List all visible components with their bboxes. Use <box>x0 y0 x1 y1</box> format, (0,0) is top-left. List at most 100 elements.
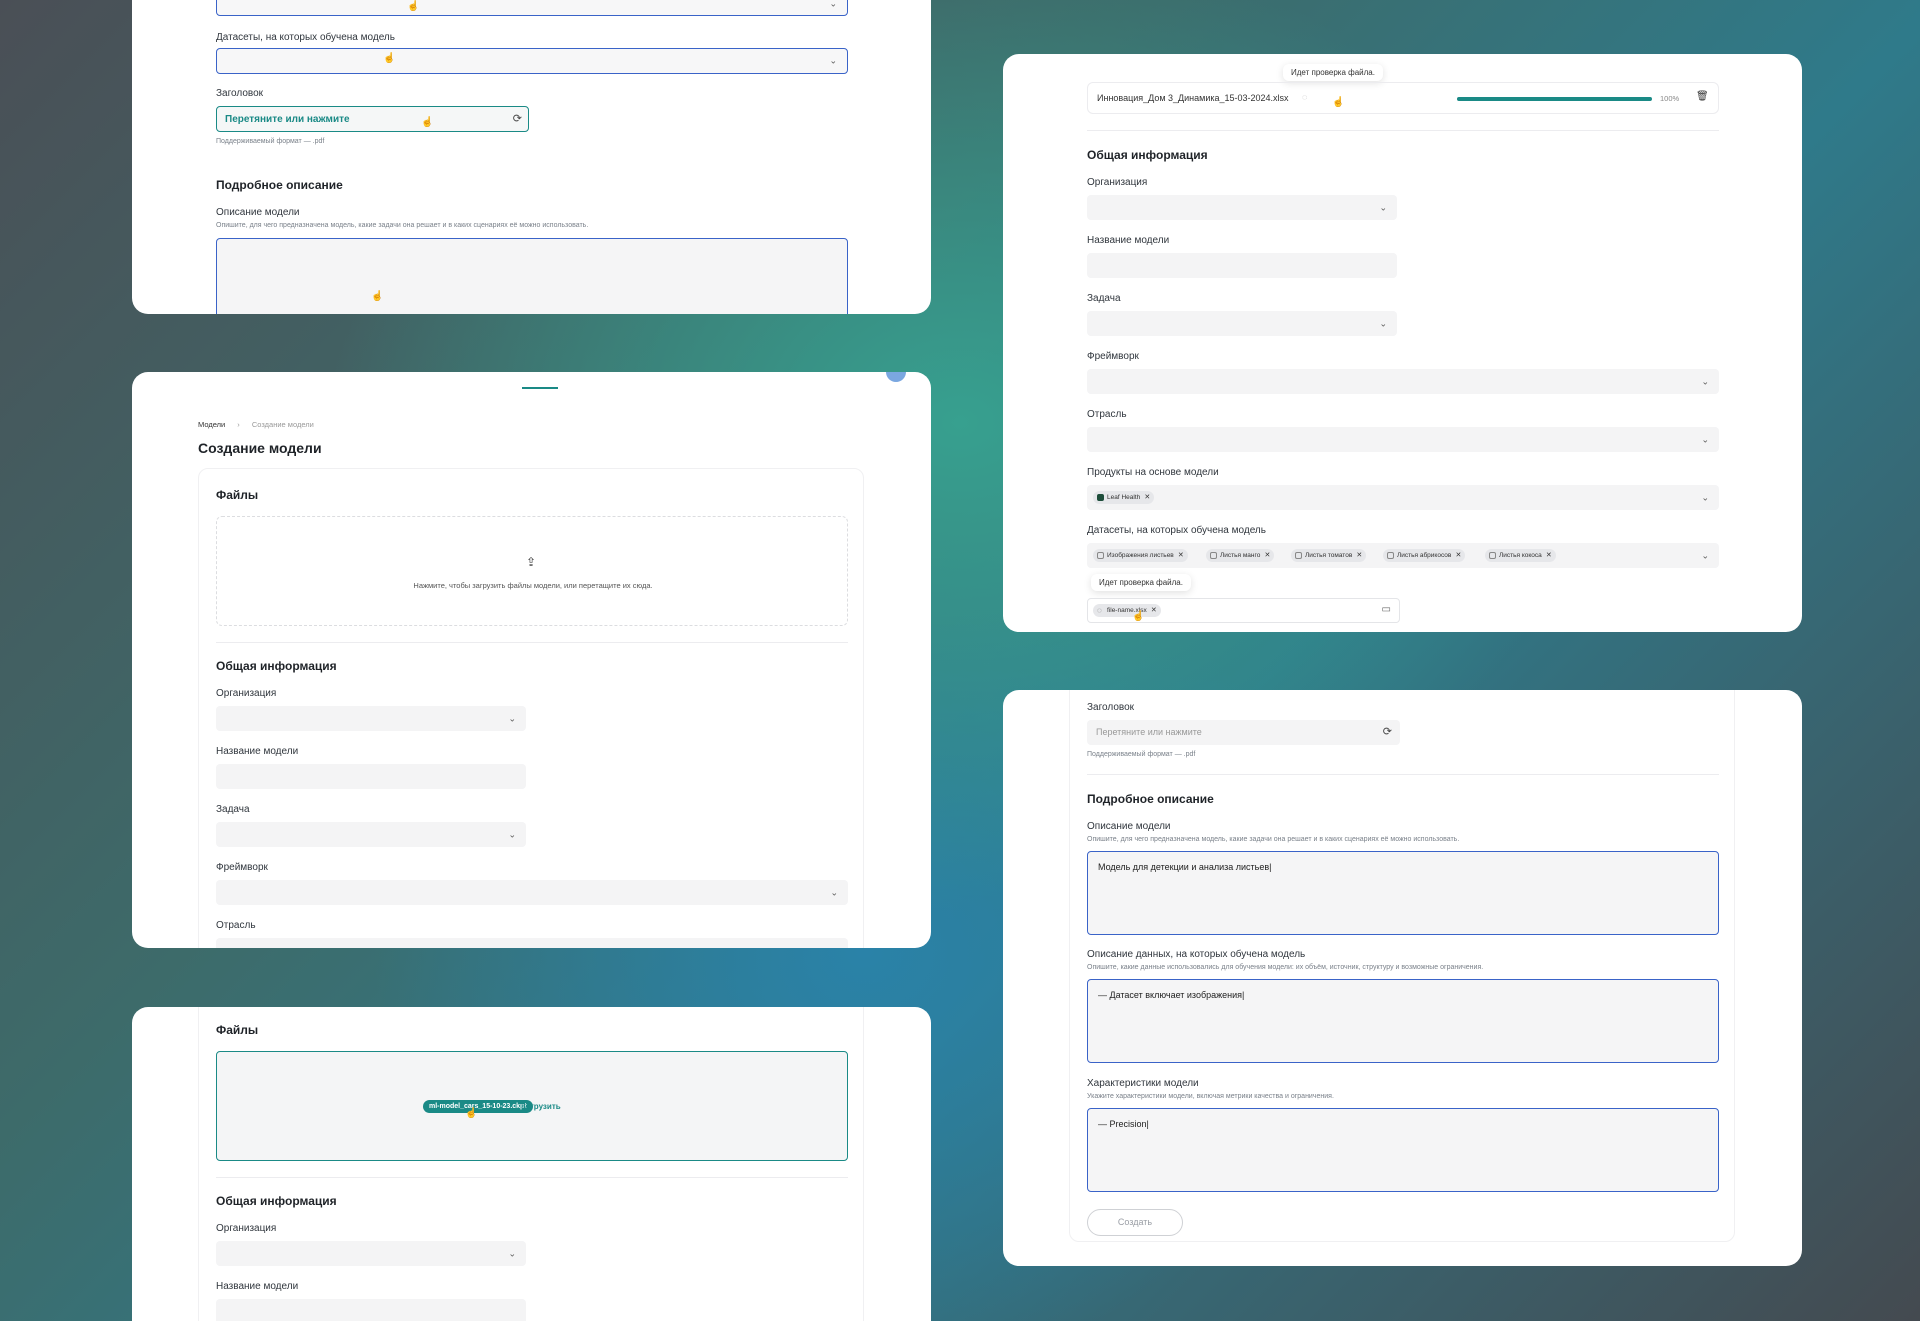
industry-select[interactable] <box>216 938 848 948</box>
task-select[interactable]: ⌄ <box>216 822 526 847</box>
model-desc-textarea[interactable]: ☝ <box>216 238 848 314</box>
products-label: Продукты на основе модели <box>1087 467 1219 478</box>
name-input[interactable] <box>1087 253 1397 278</box>
header-label: Заголовок <box>216 88 264 99</box>
framework-label: Фреймворк <box>216 862 268 873</box>
dataset-icon <box>1210 552 1217 559</box>
framework-select[interactable]: ⌄ <box>216 880 848 905</box>
trash-icon[interactable]: 🗑 <box>1696 91 1709 102</box>
upload-text: Нажмите, чтобы загрузить файлы модели, и… <box>413 581 653 590</box>
chevron-down-icon: ⌄ <box>1701 550 1709 560</box>
general-title: Общая информация <box>1087 148 1208 162</box>
progress-fill <box>1457 97 1652 101</box>
chars-textarea[interactable]: — Precision| <box>1087 1108 1719 1192</box>
task-select[interactable]: ⌄ ☝ <box>216 0 848 16</box>
remove-icon[interactable]: ✕ <box>1546 549 1552 562</box>
files-title: Файлы <box>216 488 259 502</box>
datasets-select[interactable]: ⌄ ☝ <box>216 48 848 74</box>
format-hint: Поддерживаемый формат — .pdf <box>1087 751 1196 758</box>
remove-icon[interactable]: ✕ <box>1178 549 1184 562</box>
hand-cursor-icon: ☝ <box>371 291 384 302</box>
industry-label: Отрасль <box>216 920 256 931</box>
header-dropzone[interactable]: Перетяните или нажмите ⟳ ☝ <box>216 106 529 132</box>
hand-cursor-icon: ☝ <box>407 1 420 12</box>
folder-icon[interactable]: ▭ <box>1382 604 1391 615</box>
product-tag[interactable]: Leaf Health ✕ <box>1093 491 1155 504</box>
name-label: Название модели <box>1087 235 1170 246</box>
panel-drag-file: Файлы ml-model_cars_15-10-23.ckpt Загруз… <box>132 1007 931 1321</box>
datasets-label: Датасеты, на которых обучена модель <box>1087 525 1266 536</box>
header-file-field[interactable]: ◌ file-name.xlsx ✕ ☝ ▭ <box>1087 598 1400 623</box>
general-title: Общая информация <box>216 1194 337 1208</box>
upload-link[interactable]: Загрузить <box>521 1102 561 1111</box>
org-label: Организация <box>1087 177 1148 188</box>
panel-file-check: Идет проверка файла. Инновация_Дом 3_Дин… <box>1003 54 1802 632</box>
drop-label: Перетяните или нажмите <box>225 114 350 125</box>
file-tag[interactable]: ◌ file-name.xlsx ✕ <box>1093 604 1161 617</box>
org-select[interactable]: ⌄ <box>216 706 526 731</box>
dataset-tag[interactable]: Листья томатов ✕ <box>1291 549 1367 562</box>
remove-icon[interactable]: ✕ <box>1455 549 1461 562</box>
chars-value: — Precision| <box>1098 1119 1149 1129</box>
panel-description: Заголовок Перетяните или нажмите ⟳ Подде… <box>1003 690 1802 1266</box>
dataset-tag[interactable]: Листья манго ✕ <box>1206 549 1275 562</box>
dragged-file-chip[interactable]: ml-model_cars_15-10-23.ckpt <box>423 1100 533 1113</box>
products-select[interactable]: Leaf Health ✕ ⌄ <box>1087 485 1719 510</box>
product-logo-icon <box>1097 494 1104 501</box>
industry-select[interactable]: ⌄ <box>1087 427 1719 452</box>
name-input[interactable] <box>216 764 526 789</box>
drop-placeholder: Перетяните или нажмите <box>1096 727 1202 737</box>
file-name: Инновация_Дом 3_Динамика_15-03-2024.xlsx <box>1097 93 1289 103</box>
avatar[interactable] <box>886 372 906 382</box>
remove-icon[interactable]: ✕ <box>1356 549 1362 562</box>
header-label: Заголовок <box>1087 702 1135 713</box>
framework-select[interactable]: ⌄ <box>1087 369 1719 394</box>
breadcrumb-root[interactable]: Модели <box>198 420 225 429</box>
datasets-select[interactable]: Изображения листьев ✕ Листья манго ✕ Листь… <box>1087 543 1719 568</box>
dataset-icon <box>1295 552 1302 559</box>
chevron-down-icon: ⌄ <box>830 887 838 897</box>
dataset-icon <box>1489 552 1496 559</box>
remove-icon[interactable]: ✕ <box>1264 549 1270 562</box>
dataset-tag[interactable]: Листья абрикосов ✕ <box>1383 549 1466 562</box>
dataset-icon <box>1387 552 1394 559</box>
dataset-tag[interactable]: Листья кокоса ✕ <box>1485 549 1556 562</box>
spinner-icon: ◌ <box>1302 92 1308 102</box>
chevron-down-icon: ⌄ <box>829 55 837 66</box>
task-label: Задача <box>216 804 250 815</box>
org-select[interactable]: ⌄ <box>216 1241 526 1266</box>
chevron-down-icon: ⌄ <box>829 0 837 9</box>
divider <box>1087 130 1719 131</box>
file-dropzone-active[interactable]: ml-model_cars_15-10-23.ckpt Загрузить ☝ <box>216 1051 848 1161</box>
format-hint: Поддерживаемый формат — .pdf <box>216 138 325 145</box>
general-title: Общая информация <box>216 659 337 673</box>
data-desc-label: Описание данных, на которых обучена моде… <box>1087 949 1306 960</box>
data-desc-textarea[interactable]: — Датасет включает изображения| <box>1087 979 1719 1063</box>
name-label: Название модели <box>216 746 299 757</box>
model-desc-value: Модель для детекции и анализа листьев| <box>1098 862 1272 872</box>
name-input[interactable] <box>216 1299 526 1321</box>
file-dropzone[interactable]: ⇪ Нажмите, чтобы загрузить файлы модели,… <box>216 516 848 626</box>
upload-icon: ⇪ <box>526 555 537 569</box>
hand-cursor-icon: ☝ <box>421 117 434 128</box>
model-desc-hint: Опишите, для чего предназначена модель, … <box>1087 836 1460 843</box>
checking-tooltip: Идет проверка файла. <box>1091 574 1191 591</box>
hand-cursor-icon: ☝ <box>1132 611 1145 622</box>
chevron-down-icon: ⌄ <box>1701 434 1709 444</box>
chevron-down-icon: ⌄ <box>1701 376 1709 386</box>
breadcrumb: Модели › Создание модели <box>198 420 314 429</box>
header-dropzone[interactable]: Перетяните или нажмите ⟳ <box>1087 720 1400 745</box>
task-select[interactable]: ⌄ <box>1087 311 1397 336</box>
org-select[interactable]: ⌄ <box>1087 195 1397 220</box>
create-button[interactable]: Создать <box>1087 1209 1183 1236</box>
remove-icon[interactable]: ✕ <box>1144 491 1150 504</box>
name-label: Название модели <box>216 1281 299 1292</box>
model-desc-hint: Опишите, для чего предназначена модель, … <box>216 222 589 229</box>
model-desc-textarea[interactable]: Модель для детекции и анализа листьев| <box>1087 851 1719 935</box>
remove-icon[interactable]: ✕ <box>1151 604 1157 617</box>
chevron-down-icon: ⌄ <box>508 713 516 723</box>
org-label: Организация <box>216 1223 277 1234</box>
dataset-tag[interactable]: Изображения листьев ✕ <box>1093 549 1188 562</box>
files-title: Файлы <box>216 1023 259 1037</box>
upload-icon: ⟳ <box>512 113 522 125</box>
